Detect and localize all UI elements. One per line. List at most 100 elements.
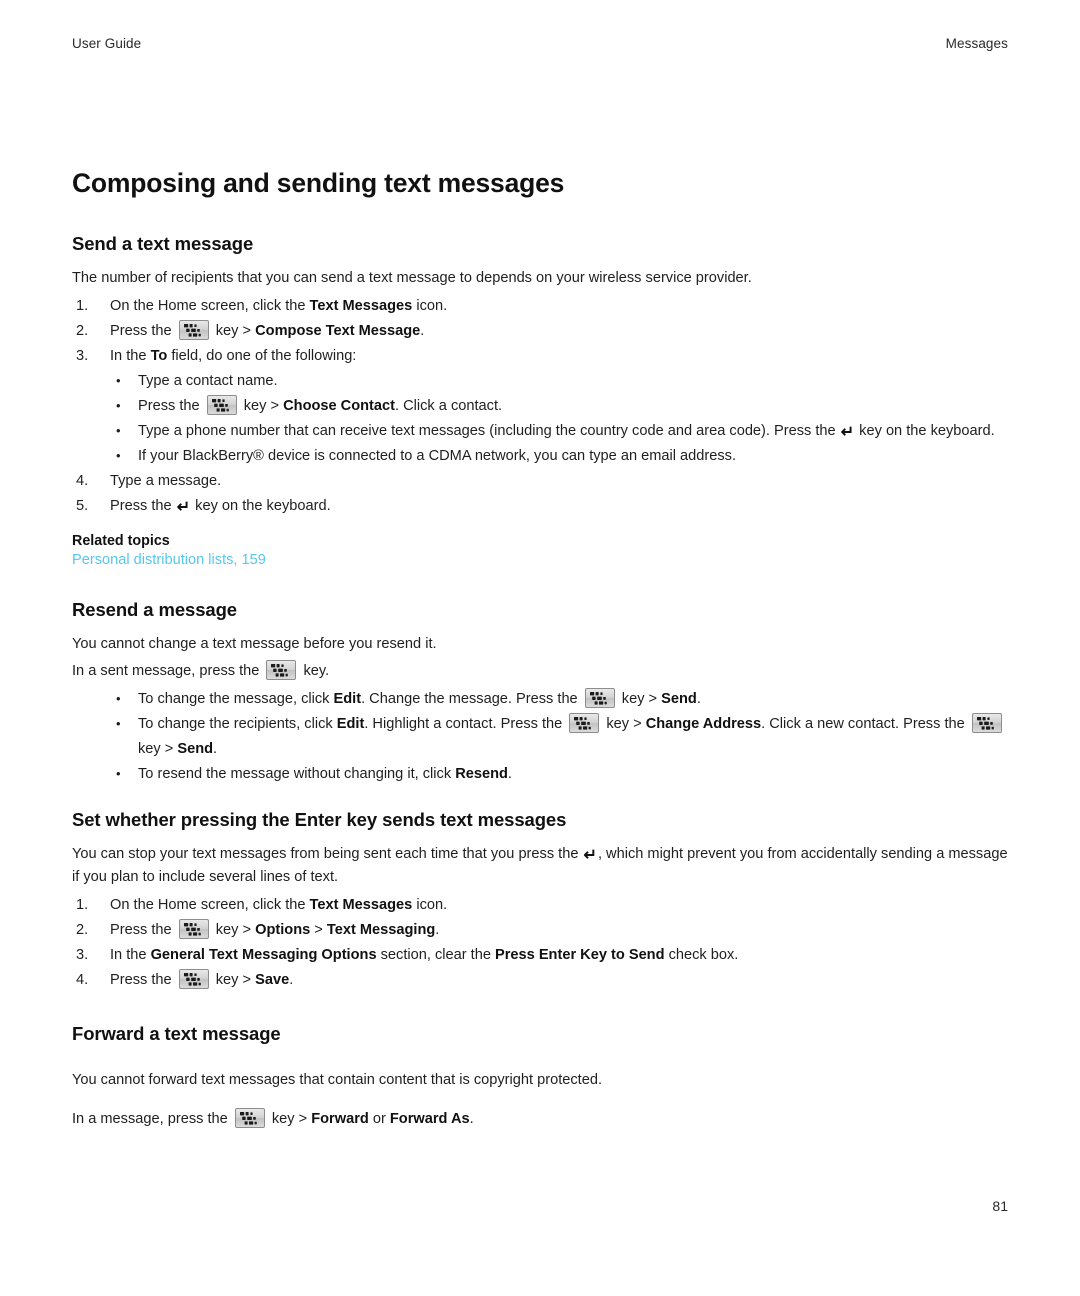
page-content: Composing and sending text messages Send… — [72, 168, 1012, 1135]
section-intro: The number of recipients that you can se… — [72, 270, 752, 286]
list-item: 3. In the General Text Messaging Options… — [72, 943, 1012, 968]
list-item: 5. Press the ↵ key on the keyboard. — [72, 494, 1012, 519]
list-item: • To resend the message without changing… — [72, 762, 1012, 787]
step-text: Press the ↵ key on the keyboard. — [110, 498, 331, 516]
running-header: User Guide Messages — [72, 36, 1008, 51]
bullet-text: To resend the message without changing i… — [138, 766, 512, 782]
step-number: 5. — [76, 498, 89, 514]
list-item: • If your BlackBerry® device is connecte… — [72, 444, 1012, 469]
section-heading: Resend a message — [72, 599, 237, 620]
running-header-right: Messages — [945, 36, 1008, 51]
section-intro: You cannot forward text messages that co… — [72, 1072, 603, 1088]
section-intro: You can stop your text messages from bei… — [72, 846, 1008, 885]
emphasis-text: Text Messages — [309, 897, 413, 913]
bullet-text: Type a contact name. — [138, 373, 278, 389]
bullet-text: If your BlackBerry® device is connected … — [138, 448, 737, 464]
bullet-text: To change the recipients, click Edit. Hi… — [138, 713, 1005, 757]
bullet-dot-icon: • — [116, 691, 121, 706]
emphasis-text: To — [150, 348, 168, 364]
section-lead: In a message, press the key > Forward or… — [72, 1108, 1012, 1131]
list-item: • Type a contact name. — [72, 369, 1012, 394]
step-number: 3. — [76, 348, 89, 364]
blackberry-menu-key-icon — [234, 1108, 265, 1128]
emphasis-text: Options — [255, 922, 311, 938]
blackberry-menu-key-icon — [584, 688, 615, 708]
list-item: • Press the key > Choose Contact. Click … — [72, 394, 1012, 419]
list-item: • To change the message, click Edit. Cha… — [72, 687, 1012, 712]
section-lead: In a sent message, press the key. — [72, 660, 1012, 683]
steps-list: 1. On the Home screen, click the Text Me… — [72, 893, 1012, 993]
step-text: Type a message. — [110, 473, 222, 489]
emphasis-text: General Text Messaging Options — [150, 947, 377, 963]
bullet-text: Type a phone number that can receive tex… — [138, 423, 995, 441]
emphasis-text: Compose Text Message — [255, 323, 421, 339]
step-number: 2. — [76, 323, 89, 339]
step-number: 2. — [76, 922, 89, 938]
page-title: Composing and sending text messages — [72, 168, 565, 198]
emphasis-text: Change Address — [645, 716, 762, 732]
emphasis-text: Resend — [455, 766, 508, 782]
blackberry-menu-key-icon — [206, 395, 237, 415]
related-topics-title: Related topics — [72, 533, 170, 549]
blackberry-menu-key-icon — [266, 660, 297, 680]
blackberry-menu-key-icon — [178, 969, 209, 989]
bullet-dot-icon: • — [116, 423, 121, 438]
document-page: User Guide Messages Composing and sendin… — [0, 0, 1080, 1296]
step-number: 3. — [76, 947, 89, 963]
step-text: On the Home screen, click the Text Messa… — [110, 298, 448, 314]
step-text: In the General Text Messaging Options se… — [110, 947, 739, 963]
related-topic-link[interactable]: Personal distribution lists, 159 — [72, 552, 266, 568]
emphasis-text: Choose Contact — [283, 398, 395, 414]
list-item: 1. On the Home screen, click the Text Me… — [72, 893, 1012, 918]
list-item: 4. Press the key > Save. — [72, 968, 1012, 993]
enter-key-icon: ↵ — [176, 499, 191, 516]
step-text: Press the key > Compose Text Message. — [110, 320, 424, 340]
running-header-left: User Guide — [72, 36, 142, 51]
blackberry-menu-key-icon — [178, 919, 209, 939]
steps-list-continued: 4. Type a message. 5. Press the ↵ key on… — [72, 469, 1012, 519]
emphasis-text: Save — [255, 972, 290, 988]
bullet-dot-icon: • — [116, 398, 121, 413]
section-heading: Send a text message — [72, 233, 254, 254]
section-forward-a-text-message: Forward a text message You cannot forwar… — [72, 1023, 1012, 1131]
section-heading: Forward a text message — [72, 1023, 281, 1044]
step-number: 4. — [76, 972, 89, 988]
steps-list: 1. On the Home screen, click the Text Me… — [72, 294, 1012, 369]
emphasis-text: Send — [661, 691, 697, 707]
step-number: 4. — [76, 473, 89, 489]
emphasis-text: Edit — [336, 716, 365, 732]
section-resend-a-message: Resend a message You cannot change a tex… — [72, 599, 1012, 787]
emphasis-text: Send — [177, 741, 214, 757]
sub-bullet-list: • Type a contact name. • Press the key >… — [72, 369, 1012, 469]
blackberry-menu-key-icon — [971, 713, 1002, 733]
list-item: 4. Type a message. — [72, 469, 1012, 494]
list-item: 3. In the To field, do one of the follow… — [72, 344, 1012, 369]
step-number: 1. — [76, 298, 89, 314]
emphasis-text: Press Enter Key to Send — [495, 947, 665, 963]
bullet-text: To change the message, click Edit. Chang… — [138, 688, 701, 708]
emphasis-text: Forward — [311, 1111, 369, 1127]
bullet-text: Press the key > Choose Contact. Click a … — [138, 395, 502, 415]
step-text: Press the key > Save. — [110, 969, 293, 989]
bullet-dot-icon: • — [116, 373, 121, 388]
bullet-dot-icon: • — [116, 766, 121, 781]
section-intro: You cannot change a text message before … — [72, 636, 437, 652]
enter-key-icon: ↵ — [840, 424, 855, 441]
list-item: 1. On the Home screen, click the Text Me… — [72, 294, 1012, 319]
bullet-dot-icon: • — [116, 716, 121, 731]
enter-key-icon: ↵ — [583, 847, 597, 864]
emphasis-text: Edit — [333, 691, 362, 707]
section-enter-key-sends-text-messages: Set whether pressing the Enter key sends… — [72, 809, 1012, 993]
step-text: Press the key > Options > Text Messaging… — [110, 919, 439, 939]
emphasis-text: Text Messaging — [326, 922, 436, 938]
list-item: • Type a phone number that can receive t… — [72, 419, 1012, 444]
bullet-list: • To change the message, click Edit. Cha… — [72, 687, 1012, 787]
emphasis-text: Text Messages — [309, 298, 413, 314]
page-number: 81 — [992, 1198, 1008, 1214]
blackberry-menu-key-icon — [569, 713, 600, 733]
